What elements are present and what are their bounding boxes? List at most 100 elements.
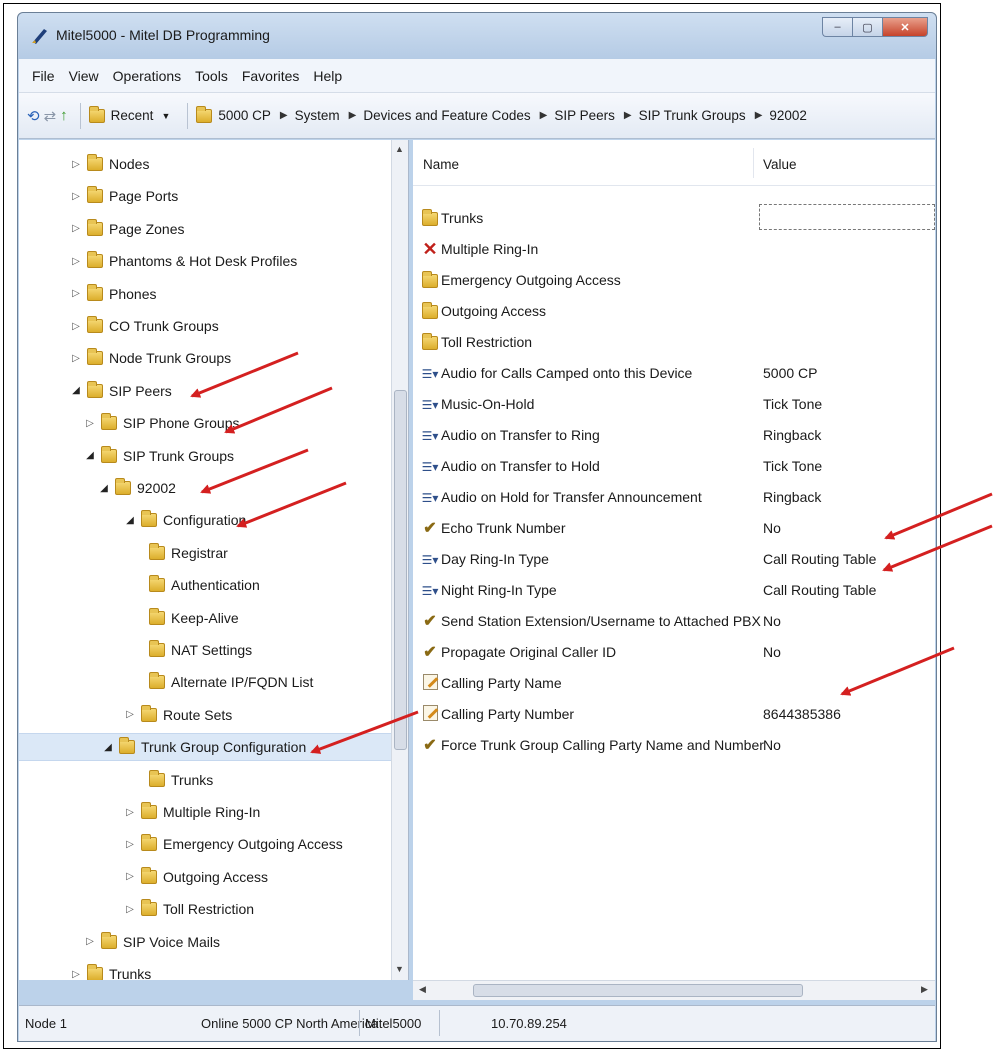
tree-item-sip-voice-mails[interactable]: ▷ SIP Voice Mails bbox=[19, 928, 389, 956]
tree-item-node-trunk-groups[interactable]: ▷ Node Trunk Groups bbox=[19, 344, 389, 372]
tree-item-toll-restriction[interactable]: ▷ Toll Restriction bbox=[19, 895, 389, 923]
scroll-up-icon[interactable]: ▲ bbox=[395, 144, 404, 154]
back-forward-icon[interactable]: ⇄ bbox=[44, 107, 57, 125]
menu-favorites[interactable]: Favorites bbox=[235, 68, 307, 84]
property-value[interactable]: No bbox=[763, 737, 781, 753]
expand-arrow-icon[interactable]: ▷ bbox=[83, 418, 97, 429]
tree-item-multiple-ring-in[interactable]: ▷ Multiple Ring-In bbox=[19, 798, 389, 826]
scroll-thumb[interactable] bbox=[394, 390, 407, 750]
expand-arrow-icon[interactable]: ▷ bbox=[123, 871, 137, 882]
maximize-button[interactable]: ▢ bbox=[852, 17, 882, 37]
menu-operations[interactable]: Operations bbox=[106, 68, 188, 84]
property-value[interactable]: No bbox=[763, 613, 781, 629]
column-header-value[interactable]: Value bbox=[763, 157, 797, 172]
tree-item-phones[interactable]: ▷ Phones bbox=[19, 280, 389, 308]
list-item-echo-trunk-number[interactable]: ✔ Echo Trunk Number No bbox=[413, 513, 935, 543]
tree-scrollbar[interactable]: ▲ ▼ bbox=[391, 140, 408, 980]
list-item-calling-party-name[interactable]: Calling Party Name bbox=[413, 668, 935, 698]
list-item-trunks[interactable]: Trunks bbox=[413, 203, 935, 233]
tree-item-outgoing-access[interactable]: ▷ Outgoing Access bbox=[19, 863, 389, 891]
tree-item-sip-phone-groups[interactable]: ▷ SIP Phone Groups bbox=[19, 409, 389, 437]
breadcrumb-devices[interactable]: ▶ Devices and Feature Codes bbox=[349, 108, 531, 123]
list-item-outgoing-access[interactable]: Outgoing Access bbox=[413, 296, 935, 326]
property-value[interactable]: 5000 CP bbox=[763, 365, 817, 381]
list-item-music-on-hold[interactable]: ☰▾ Music-On-Hold Tick Tone bbox=[413, 389, 935, 419]
menu-view[interactable]: View bbox=[62, 68, 106, 84]
tree-item-trunk-group-configuration[interactable]: ◢ Trunk Group Configuration bbox=[19, 733, 404, 762]
list-horizontal-scrollbar[interactable]: ◀ ▶ bbox=[413, 980, 935, 1000]
column-header-name[interactable]: Name bbox=[423, 157, 459, 172]
breadcrumb-92002[interactable]: ▶ 92002 bbox=[755, 108, 807, 123]
scroll-right-icon[interactable]: ▶ bbox=[921, 984, 928, 995]
tree-item-alternate-ip-fqdn-list[interactable]: Alternate IP/FQDN List bbox=[19, 668, 389, 696]
refresh-icon[interactable]: ⟲ bbox=[27, 107, 40, 125]
breadcrumb-sip-peers[interactable]: ▶ SIP Peers bbox=[540, 108, 615, 123]
expand-arrow-icon[interactable]: ▷ bbox=[69, 191, 83, 202]
close-button[interactable]: ✕ bbox=[882, 17, 928, 37]
list-item-audio-on-transfer-to-hold[interactable]: ☰▾ Audio on Transfer to Hold Tick Tone bbox=[413, 451, 935, 481]
property-value[interactable]: Tick Tone bbox=[763, 458, 822, 474]
up-arrow-icon[interactable]: ↑ bbox=[60, 107, 68, 124]
tree-item-92002[interactable]: ◢ 92002 bbox=[19, 474, 389, 502]
tree-item-authentication[interactable]: Authentication bbox=[19, 571, 389, 599]
tree-item-registrar[interactable]: Registrar bbox=[19, 539, 389, 567]
property-value[interactable]: Call Routing Table bbox=[763, 582, 876, 598]
collapse-arrow-icon[interactable]: ◢ bbox=[123, 515, 137, 526]
expand-arrow-icon[interactable]: ▷ bbox=[69, 159, 83, 170]
list-item-audio-on-transfer-to-ring[interactable]: ☰▾ Audio on Transfer to Ring Ringback bbox=[413, 420, 935, 450]
list-item-multiple-ring-in[interactable]: ✕ Multiple Ring-In bbox=[413, 234, 935, 264]
list-item-audio-for-calls-camped-onto-this-device[interactable]: ☰▾ Audio for Calls Camped onto this Devic… bbox=[413, 358, 935, 388]
list-item-night-ring-in-type[interactable]: ☰▾ Night Ring-In Type Call Routing Table bbox=[413, 575, 935, 605]
collapse-arrow-icon[interactable]: ◢ bbox=[69, 385, 83, 396]
tree-item-sip-trunk-groups[interactable]: ◢ SIP Trunk Groups bbox=[19, 442, 389, 470]
expand-arrow-icon[interactable]: ▷ bbox=[69, 256, 83, 267]
property-value[interactable]: Ringback bbox=[763, 427, 821, 443]
list-item-calling-party-number[interactable]: Calling Party Number 8644385386 bbox=[413, 699, 935, 729]
collapse-arrow-icon[interactable]: ◢ bbox=[101, 742, 115, 753]
tree-item-phantoms-hot-desk-profiles[interactable]: ▷ Phantoms & Hot Desk Profiles bbox=[19, 247, 389, 275]
list-item-force-trunk-group-calling-party-name-and-number[interactable]: ✔ Force Trunk Group Calling Party Name an… bbox=[413, 730, 935, 760]
expand-arrow-icon[interactable]: ▷ bbox=[123, 839, 137, 850]
breadcrumb-5000cp[interactable]: 5000 CP bbox=[196, 105, 271, 123]
menu-tools[interactable]: Tools bbox=[188, 68, 235, 84]
property-value[interactable]: 8644385386 bbox=[763, 706, 841, 722]
minimize-button[interactable]: – bbox=[822, 17, 852, 37]
property-value[interactable]: Ringback bbox=[763, 489, 821, 505]
expand-arrow-icon[interactable]: ▷ bbox=[123, 709, 137, 720]
tree-item-co-trunk-groups[interactable]: ▷ CO Trunk Groups bbox=[19, 312, 389, 340]
tree-item-keep-alive[interactable]: Keep-Alive bbox=[19, 604, 389, 632]
property-value[interactable]: Tick Tone bbox=[763, 396, 822, 412]
breadcrumb-system[interactable]: ▶ System bbox=[280, 108, 340, 123]
expand-arrow-icon[interactable]: ▷ bbox=[69, 223, 83, 234]
list-item-audio-on-hold-for-transfer-announcement[interactable]: ☰▾ Audio on Hold for Transfer Announcemen… bbox=[413, 482, 935, 512]
scroll-down-icon[interactable]: ▼ bbox=[395, 964, 404, 974]
list-item-send-station-extension-username-to-attached-pbx[interactable]: ✔ Send Station Extension/Username to Atta… bbox=[413, 606, 935, 636]
collapse-arrow-icon[interactable]: ◢ bbox=[97, 483, 111, 494]
recent-dropdown[interactable]: Recent ▼ bbox=[88, 105, 170, 123]
menu-help[interactable]: Help bbox=[306, 68, 349, 84]
column-divider[interactable] bbox=[753, 148, 754, 178]
expand-arrow-icon[interactable]: ▷ bbox=[69, 969, 83, 980]
property-value[interactable]: Call Routing Table bbox=[763, 551, 876, 567]
property-value[interactable]: No bbox=[763, 520, 781, 536]
tree-item-page-ports[interactable]: ▷ Page Ports bbox=[19, 182, 389, 210]
tree-item-trunks[interactable]: Trunks bbox=[19, 766, 389, 794]
tree-item-route-sets[interactable]: ▷ Route Sets bbox=[19, 701, 389, 729]
expand-arrow-icon[interactable]: ▷ bbox=[69, 321, 83, 332]
breadcrumb-sip-trunk-groups[interactable]: ▶ SIP Trunk Groups bbox=[624, 108, 746, 123]
expand-arrow-icon[interactable]: ▷ bbox=[83, 936, 97, 947]
expand-arrow-icon[interactable]: ▷ bbox=[69, 353, 83, 364]
list-item-day-ring-in-type[interactable]: ☰▾ Day Ring-In Type Call Routing Table bbox=[413, 544, 935, 574]
tree-item-emergency-outgoing-access[interactable]: ▷ Emergency Outgoing Access bbox=[19, 830, 389, 858]
collapse-arrow-icon[interactable]: ◢ bbox=[83, 450, 97, 461]
tree-item-nat-settings[interactable]: NAT Settings bbox=[19, 636, 389, 664]
expand-arrow-icon[interactable]: ▷ bbox=[123, 807, 137, 818]
list-item-toll-restriction[interactable]: Toll Restriction bbox=[413, 327, 935, 357]
tree-item-trunks[interactable]: ▷ Trunks bbox=[19, 960, 389, 980]
menu-file[interactable]: File bbox=[25, 68, 62, 84]
tree-item-nodes[interactable]: ▷ Nodes bbox=[19, 150, 389, 178]
scroll-thumb[interactable] bbox=[473, 984, 803, 997]
tree-item-sip-peers[interactable]: ◢ SIP Peers bbox=[19, 377, 389, 405]
tree-item-page-zones[interactable]: ▷ Page Zones bbox=[19, 215, 389, 243]
tree-item-configuration[interactable]: ◢ Configuration bbox=[19, 506, 389, 534]
